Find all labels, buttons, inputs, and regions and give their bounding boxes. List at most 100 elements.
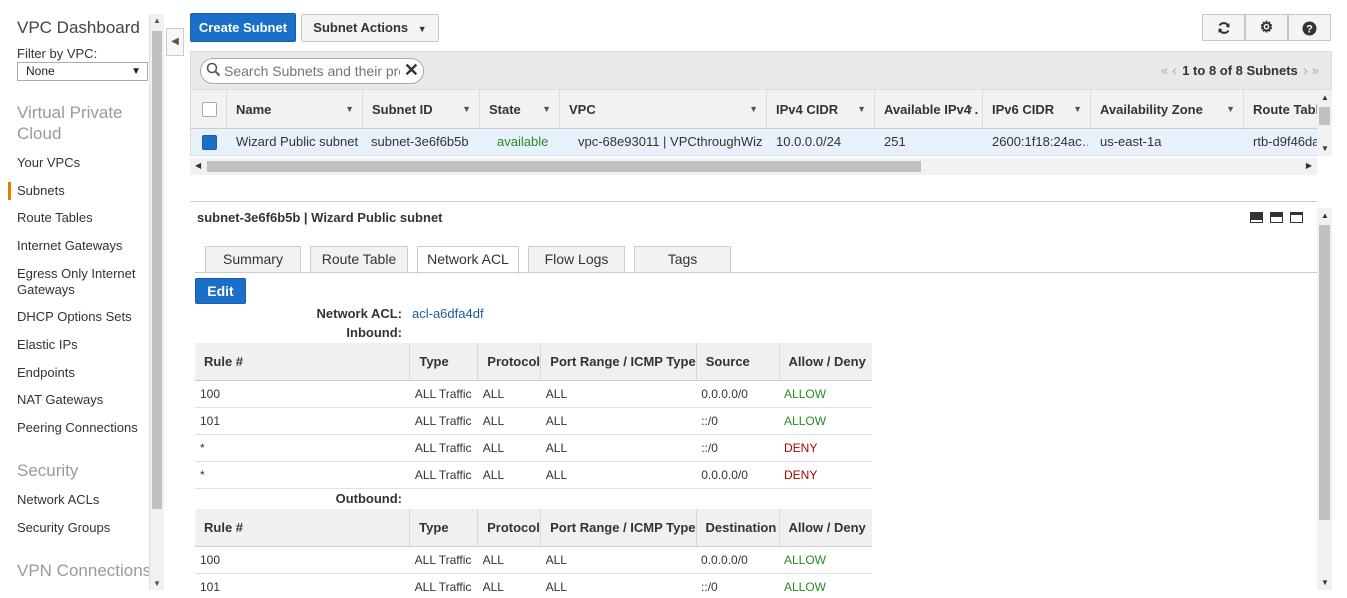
tab-network-acl[interactable]: Network ACL bbox=[417, 246, 519, 274]
first-page-icon[interactable]: « bbox=[1161, 63, 1168, 78]
scroll-left-icon[interactable]: ◀ bbox=[195, 161, 201, 170]
sidebar-scrollbar[interactable]: ▲ ▼ bbox=[149, 14, 164, 590]
column-header-allow-deny: Allow / Deny bbox=[778, 343, 872, 381]
scroll-down-icon[interactable]: ▼ bbox=[1321, 144, 1329, 153]
sidebar-item-route-tables[interactable]: Route Tables bbox=[17, 210, 142, 226]
search-box[interactable]: ✕ bbox=[200, 58, 424, 84]
grid-vscroll-thumb[interactable] bbox=[1319, 107, 1330, 125]
sidebar-item-peering-connections[interactable]: Peering Connections bbox=[17, 420, 142, 436]
chevron-down-icon: ▼ bbox=[131, 66, 141, 77]
next-page-icon[interactable]: › bbox=[1303, 63, 1307, 78]
rule-source: 0.0.0.0/0 bbox=[696, 380, 780, 408]
sidebar-item-your-vpcs[interactable]: Your VPCs bbox=[17, 155, 142, 171]
sidebar: VPC Dashboard Filter by VPC: None ▼ Virt… bbox=[0, 0, 165, 598]
collapse-sidebar-button[interactable]: ◀ bbox=[166, 28, 184, 56]
table-row[interactable]: Wizard Public subnet subnet-3e6f6b5b ava… bbox=[190, 129, 1318, 156]
column-header-ipv6-cidr[interactable]: IPv6 CIDR ▼ bbox=[982, 90, 1090, 129]
scroll-up-icon[interactable]: ▲ bbox=[1321, 211, 1329, 220]
rule-protocol: ALL bbox=[477, 434, 541, 462]
scroll-up-icon[interactable]: ▲ bbox=[1321, 93, 1329, 102]
column-header-source: Source bbox=[695, 343, 780, 381]
sidebar-title[interactable]: VPC Dashboard bbox=[17, 18, 140, 38]
column-header-availability-zone[interactable]: Availability Zone ▼ bbox=[1090, 90, 1243, 129]
svg-text:?: ? bbox=[1306, 23, 1313, 35]
prev-page-icon[interactable]: ‹ bbox=[1172, 63, 1176, 78]
rule-action: ALLOW bbox=[779, 546, 872, 574]
rule-source: ::/0 bbox=[696, 434, 780, 462]
table-row: * ALL Traffic ALL ALL ::/0 DENY bbox=[195, 434, 872, 462]
layout-split-icon[interactable] bbox=[1270, 212, 1283, 223]
rule-protocol: ALL bbox=[477, 461, 541, 489]
grid-horizontal-scrollbar[interactable]: ◀ ▶ bbox=[190, 158, 1317, 175]
column-header-protocol: Protocol bbox=[477, 343, 541, 381]
grid-hscroll-thumb[interactable] bbox=[207, 161, 921, 172]
sort-icon: ▼ bbox=[857, 104, 866, 114]
tab-summary[interactable]: Summary bbox=[205, 246, 301, 273]
detail-vscroll-thumb[interactable] bbox=[1319, 225, 1330, 520]
settings-button[interactable]: ⚙ bbox=[1245, 14, 1288, 41]
rule-protocol: ALL bbox=[477, 546, 541, 574]
sort-icon: ▼ bbox=[462, 104, 471, 114]
table-row: 100 ALL Traffic ALL ALL 0.0.0.0/0 ALLOW bbox=[195, 380, 872, 408]
column-header-type: Type bbox=[409, 343, 478, 381]
rule-type: ALL Traffic bbox=[409, 461, 478, 489]
sidebar-item-security-groups[interactable]: Security Groups bbox=[17, 520, 142, 536]
rule-type: ALL Traffic bbox=[409, 380, 478, 408]
tab-flow-logs[interactable]: Flow Logs bbox=[528, 246, 625, 273]
rule-action: ALLOW bbox=[779, 380, 872, 408]
last-page-icon[interactable]: » bbox=[1312, 63, 1319, 78]
subnet-actions-button[interactable]: Subnet Actions ▼ bbox=[301, 14, 439, 42]
sidebar-item-subnets[interactable]: Subnets bbox=[8, 182, 142, 200]
grid-toolbar: ✕ « ‹ 1 to 8 of 8 Subnets › » bbox=[190, 51, 1332, 90]
column-header-name[interactable]: Name ▼ bbox=[226, 90, 362, 129]
scroll-down-icon[interactable]: ▼ bbox=[153, 579, 161, 588]
column-header-port-range: Port Range / ICMP Type bbox=[540, 343, 697, 381]
rule-number: 100 bbox=[195, 546, 410, 574]
rule-destination: 0.0.0.0/0 bbox=[696, 546, 779, 574]
sidebar-item-egress-only-internet-gateways[interactable]: Egress Only Internet Gateways bbox=[17, 266, 142, 298]
pane-divider[interactable] bbox=[190, 201, 1317, 202]
sidebar-item-elastic-ips[interactable]: Elastic IPs bbox=[17, 337, 142, 353]
column-header-subnet-id[interactable]: Subnet ID ▼ bbox=[362, 90, 479, 129]
column-header-state[interactable]: State ▼ bbox=[479, 90, 559, 129]
rule-protocol: ALL bbox=[477, 573, 541, 598]
column-header-destination: Destination bbox=[695, 509, 779, 547]
table-row: 101 ALL Traffic ALL ALL ::/0 ALLOW bbox=[195, 573, 872, 598]
network-acl-link[interactable]: acl-a6dfa4df bbox=[412, 306, 484, 321]
sidebar-scroll-thumb[interactable] bbox=[152, 31, 162, 509]
sidebar-item-internet-gateways[interactable]: Internet Gateways bbox=[17, 238, 142, 254]
grid-vertical-scrollbar[interactable]: ▲ ▼ bbox=[1317, 90, 1332, 156]
rule-port-range: ALL bbox=[540, 380, 697, 408]
refresh-button[interactable] bbox=[1202, 14, 1245, 41]
chevron-down-icon: ▼ bbox=[417, 24, 427, 34]
rule-action: DENY bbox=[779, 434, 872, 462]
search-input[interactable] bbox=[224, 62, 400, 80]
help-button[interactable]: ? bbox=[1288, 14, 1331, 41]
vpc-filter-select[interactable]: None ▼ bbox=[17, 62, 148, 81]
column-header-ipv4-cidr[interactable]: IPv4 CIDR ▼ bbox=[766, 90, 874, 129]
layout-minimize-icon[interactable] bbox=[1290, 212, 1303, 223]
tab-route-table[interactable]: Route Table bbox=[310, 246, 408, 273]
row-checkbox[interactable] bbox=[202, 135, 217, 150]
scroll-down-icon[interactable]: ▼ bbox=[1321, 578, 1329, 587]
layout-maximize-icon[interactable] bbox=[1250, 212, 1263, 223]
chevron-left-icon: ◀ bbox=[171, 36, 179, 47]
select-all-checkbox[interactable] bbox=[202, 102, 217, 117]
sidebar-item-network-acls[interactable]: Network ACLs bbox=[17, 492, 142, 508]
sidebar-item-endpoints[interactable]: Endpoints bbox=[17, 365, 142, 381]
subnet-actions-label: Subnet Actions bbox=[313, 20, 409, 35]
column-header-route-table[interactable]: Route Table bbox=[1243, 90, 1318, 129]
rule-number: 100 bbox=[195, 380, 410, 408]
sidebar-item-dhcp-options-sets[interactable]: DHCP Options Sets bbox=[17, 309, 142, 325]
clear-search-icon[interactable]: ✕ bbox=[404, 60, 419, 81]
tab-tags[interactable]: Tags bbox=[634, 246, 731, 273]
column-header-available-ipv4[interactable]: Available IPv4 . ▼ bbox=[874, 90, 982, 129]
edit-button[interactable]: Edit bbox=[195, 278, 246, 304]
create-subnet-button[interactable]: Create Subnet bbox=[190, 13, 296, 42]
scroll-right-icon[interactable]: ▶ bbox=[1306, 161, 1312, 170]
scroll-up-icon[interactable]: ▲ bbox=[153, 16, 161, 25]
table-row: * ALL Traffic ALL ALL 0.0.0.0/0 DENY bbox=[195, 461, 872, 489]
detail-vertical-scrollbar[interactable]: ▲ ▼ bbox=[1317, 208, 1332, 590]
sidebar-item-nat-gateways[interactable]: NAT Gateways bbox=[17, 392, 142, 408]
column-header-vpc[interactable]: VPC ▼ bbox=[559, 90, 766, 129]
